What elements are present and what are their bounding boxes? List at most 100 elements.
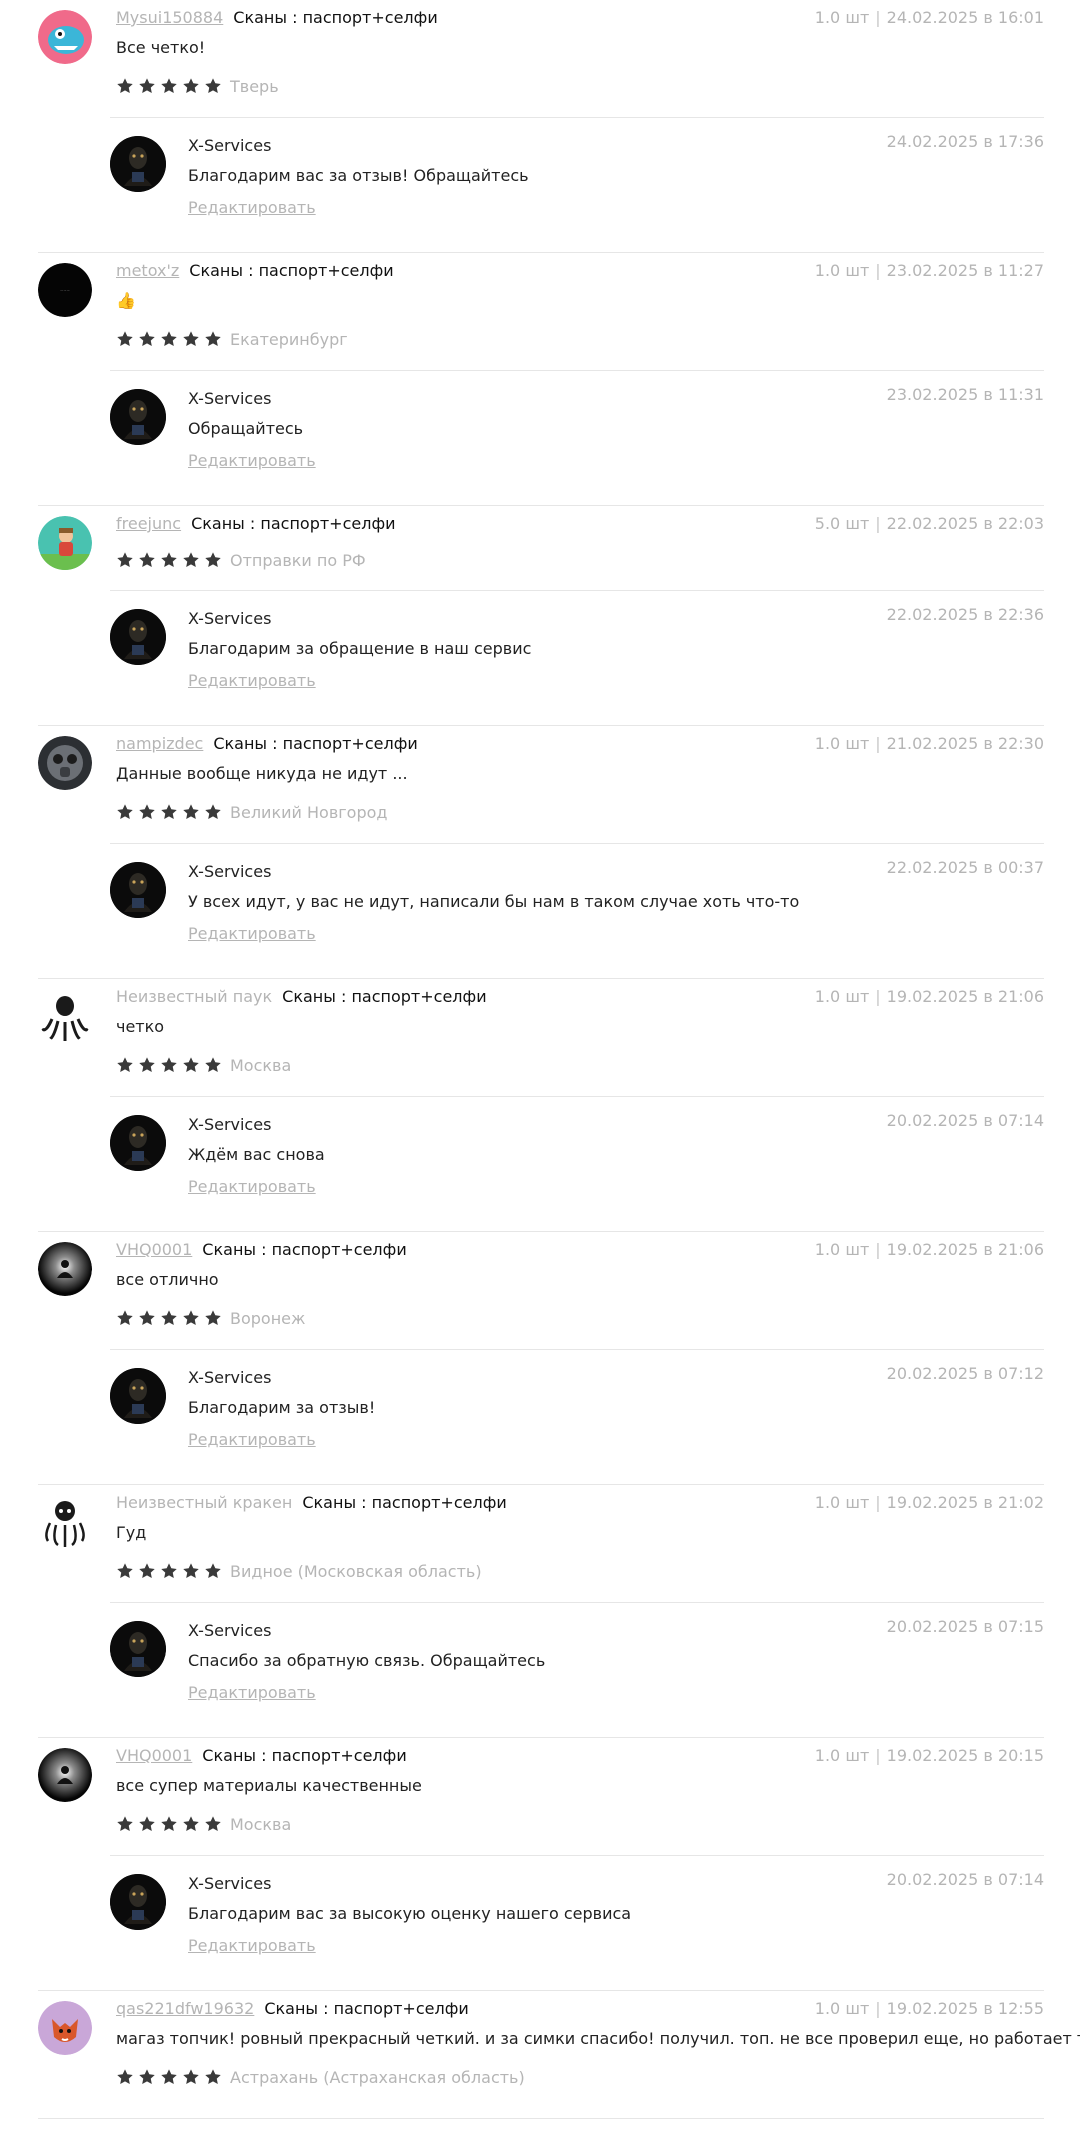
review-product[interactable]: Сканы : паспорт+селфи (202, 1746, 406, 1765)
edit-reply-link[interactable]: Редактировать (188, 451, 316, 470)
review-product[interactable]: Сканы : паспорт+селфи (191, 514, 395, 533)
star-rating (116, 2068, 222, 2086)
star-icon (160, 1815, 178, 1833)
review-username[interactable]: Неизвестный кракен (116, 1493, 292, 1512)
review-quantity: 1.0 шт (814, 8, 870, 27)
star-rating (116, 803, 222, 821)
edit-reply-link[interactable]: Редактировать (188, 671, 316, 690)
star-rating (116, 1815, 222, 1833)
reply-date: 24.02.2025 в 17:36 (886, 132, 1044, 151)
star-icon (138, 77, 156, 95)
review-username[interactable]: metox'z (116, 261, 179, 280)
review-rating-row: Тверь (116, 76, 279, 96)
star-icon (116, 551, 134, 569)
reply-text: Ждём вас снова (188, 1145, 325, 1164)
review-date: 21.02.2025 в 22:30 (886, 734, 1044, 753)
review-quantity: 1.0 шт (814, 261, 870, 280)
cartoon-character-avatar[interactable] (38, 516, 92, 570)
star-icon (138, 1815, 156, 1833)
edit-reply-link[interactable]: Редактировать (188, 1177, 316, 1196)
review-text: Данные вообще никуда не идут ... (116, 764, 408, 783)
seller-reply: X-Services 22.02.2025 в 00:37 У всех иду… (110, 844, 1044, 978)
star-icon (182, 2068, 200, 2086)
review-product[interactable]: Сканы : паспорт+селфи (302, 1493, 506, 1512)
seller-avatar[interactable] (110, 1621, 166, 1677)
meta-separator: | (875, 261, 881, 280)
reply-text: Обращайтесь (188, 419, 304, 438)
review-header: freejunc Сканы : паспорт+селфи 5.0 шт | 22.… (116, 514, 1044, 536)
seller-avatar[interactable] (110, 1874, 166, 1930)
edit-reply-link[interactable]: Редактировать (188, 1430, 316, 1449)
octopus-avatar[interactable] (38, 989, 92, 1043)
gas-mask-avatar[interactable] (38, 736, 92, 790)
review-date: 19.02.2025 в 21:06 (886, 1240, 1044, 1259)
reply-text: Спасибо за обратную связь. Обращайтесь (188, 1651, 546, 1670)
meta-separator: | (875, 1240, 881, 1259)
review-text: все супер материалы качественные (116, 1776, 422, 1795)
reply-date: 20.02.2025 в 07:14 (886, 1111, 1044, 1130)
meta-separator: | (875, 987, 881, 1006)
review-meta: 1.0 шт | 19.02.2025 в 21:06 (815, 1240, 1044, 1259)
review-username[interactable]: Неизвестный паук (116, 987, 272, 1006)
seller-avatar[interactable] (110, 1115, 166, 1171)
kraken-avatar[interactable] (38, 1495, 92, 1549)
edit-reply-link[interactable]: Редактировать (188, 1936, 316, 1955)
review-product[interactable]: Сканы : паспорт+селфи (233, 8, 437, 27)
star-icon (182, 330, 200, 348)
review-header: Неизвестный паук Сканы : паспорт+селфи 1.… (116, 987, 1044, 1009)
edit-reply-link[interactable]: Редактировать (188, 198, 316, 217)
seller-avatar[interactable] (110, 862, 166, 918)
black-avatar[interactable]: ~~~ (38, 263, 92, 317)
reply-date: 22.02.2025 в 00:37 (886, 858, 1044, 877)
review-username[interactable]: VHQ0001 (116, 1746, 192, 1765)
blue-creature-avatar[interactable] (38, 10, 92, 64)
star-icon (116, 1815, 134, 1833)
review-location: Великий Новгород (230, 802, 388, 822)
seller-avatar[interactable] (110, 389, 166, 445)
star-icon (204, 1056, 222, 1074)
review-username[interactable]: Mysui150884 (116, 8, 223, 27)
review-rating-row: Отправки по РФ (116, 550, 366, 570)
seller-avatar[interactable] (110, 136, 166, 192)
meta-separator: | (875, 1999, 881, 2018)
seller-reply: X-Services 22.02.2025 в 22:36 Благодарим… (110, 591, 1044, 725)
meditation-avatar[interactable] (38, 1242, 92, 1296)
review-item: nampizdec Сканы : паспорт+селфи 1.0 шт | 21… (38, 726, 1044, 979)
review-item: Неизвестный паук Сканы : паспорт+селфи 1.… (38, 979, 1044, 1232)
review-date: 19.02.2025 в 21:02 (886, 1493, 1044, 1512)
seller-avatar[interactable] (110, 1368, 166, 1424)
star-icon (116, 1309, 134, 1327)
seller-avatar[interactable] (110, 609, 166, 665)
review-header: nampizdec Сканы : паспорт+селфи 1.0 шт | 21… (116, 734, 1044, 756)
reply-text: Благодарим за отзыв! (188, 1398, 376, 1417)
review-text: 👍 (116, 291, 136, 310)
review-username[interactable]: qas221dfw19632 (116, 1999, 254, 2018)
review-username[interactable]: freejunc (116, 514, 181, 533)
review-product[interactable]: Сканы : паспорт+селфи (189, 261, 393, 280)
review-product[interactable]: Сканы : паспорт+селфи (264, 1999, 468, 2018)
review-text: все отлично (116, 1270, 219, 1289)
review-date: 24.02.2025 в 16:01 (886, 8, 1044, 27)
review-meta: 5.0 шт | 22.02.2025 в 22:03 (815, 514, 1044, 533)
meta-separator: | (875, 1746, 881, 1765)
review-meta: 1.0 шт | 19.02.2025 в 21:06 (815, 987, 1044, 1006)
edit-reply-link[interactable]: Редактировать (188, 924, 316, 943)
review-item: Неизвестный кракен Сканы : паспорт+селфи … (38, 1485, 1044, 1738)
review-product[interactable]: Сканы : паспорт+селфи (202, 1240, 406, 1259)
review-product[interactable]: Сканы : паспорт+селфи (213, 734, 417, 753)
review-text: Гуд (116, 1523, 147, 1542)
seller-name: X-Services (188, 389, 272, 408)
star-rating (116, 77, 222, 95)
fox-avatar[interactable] (38, 2001, 92, 2055)
review-username[interactable]: VHQ0001 (116, 1240, 192, 1259)
review-date: 19.02.2025 в 21:06 (886, 987, 1044, 1006)
star-icon (160, 2068, 178, 2086)
review-product[interactable]: Сканы : паспорт+селфи (282, 987, 486, 1006)
review-username[interactable]: nampizdec (116, 734, 203, 753)
review-rating-row: Видное (Московская область) (116, 1561, 482, 1581)
review-location: Астрахань (Астраханская область) (230, 2067, 525, 2087)
edit-reply-link[interactable]: Редактировать (188, 1683, 316, 1702)
seller-reply: X-Services 20.02.2025 в 07:15 Спасибо за… (110, 1603, 1044, 1737)
seller-reply: X-Services 20.02.2025 в 07:12 Благодарим… (110, 1350, 1044, 1484)
meditation-avatar[interactable] (38, 1748, 92, 1802)
